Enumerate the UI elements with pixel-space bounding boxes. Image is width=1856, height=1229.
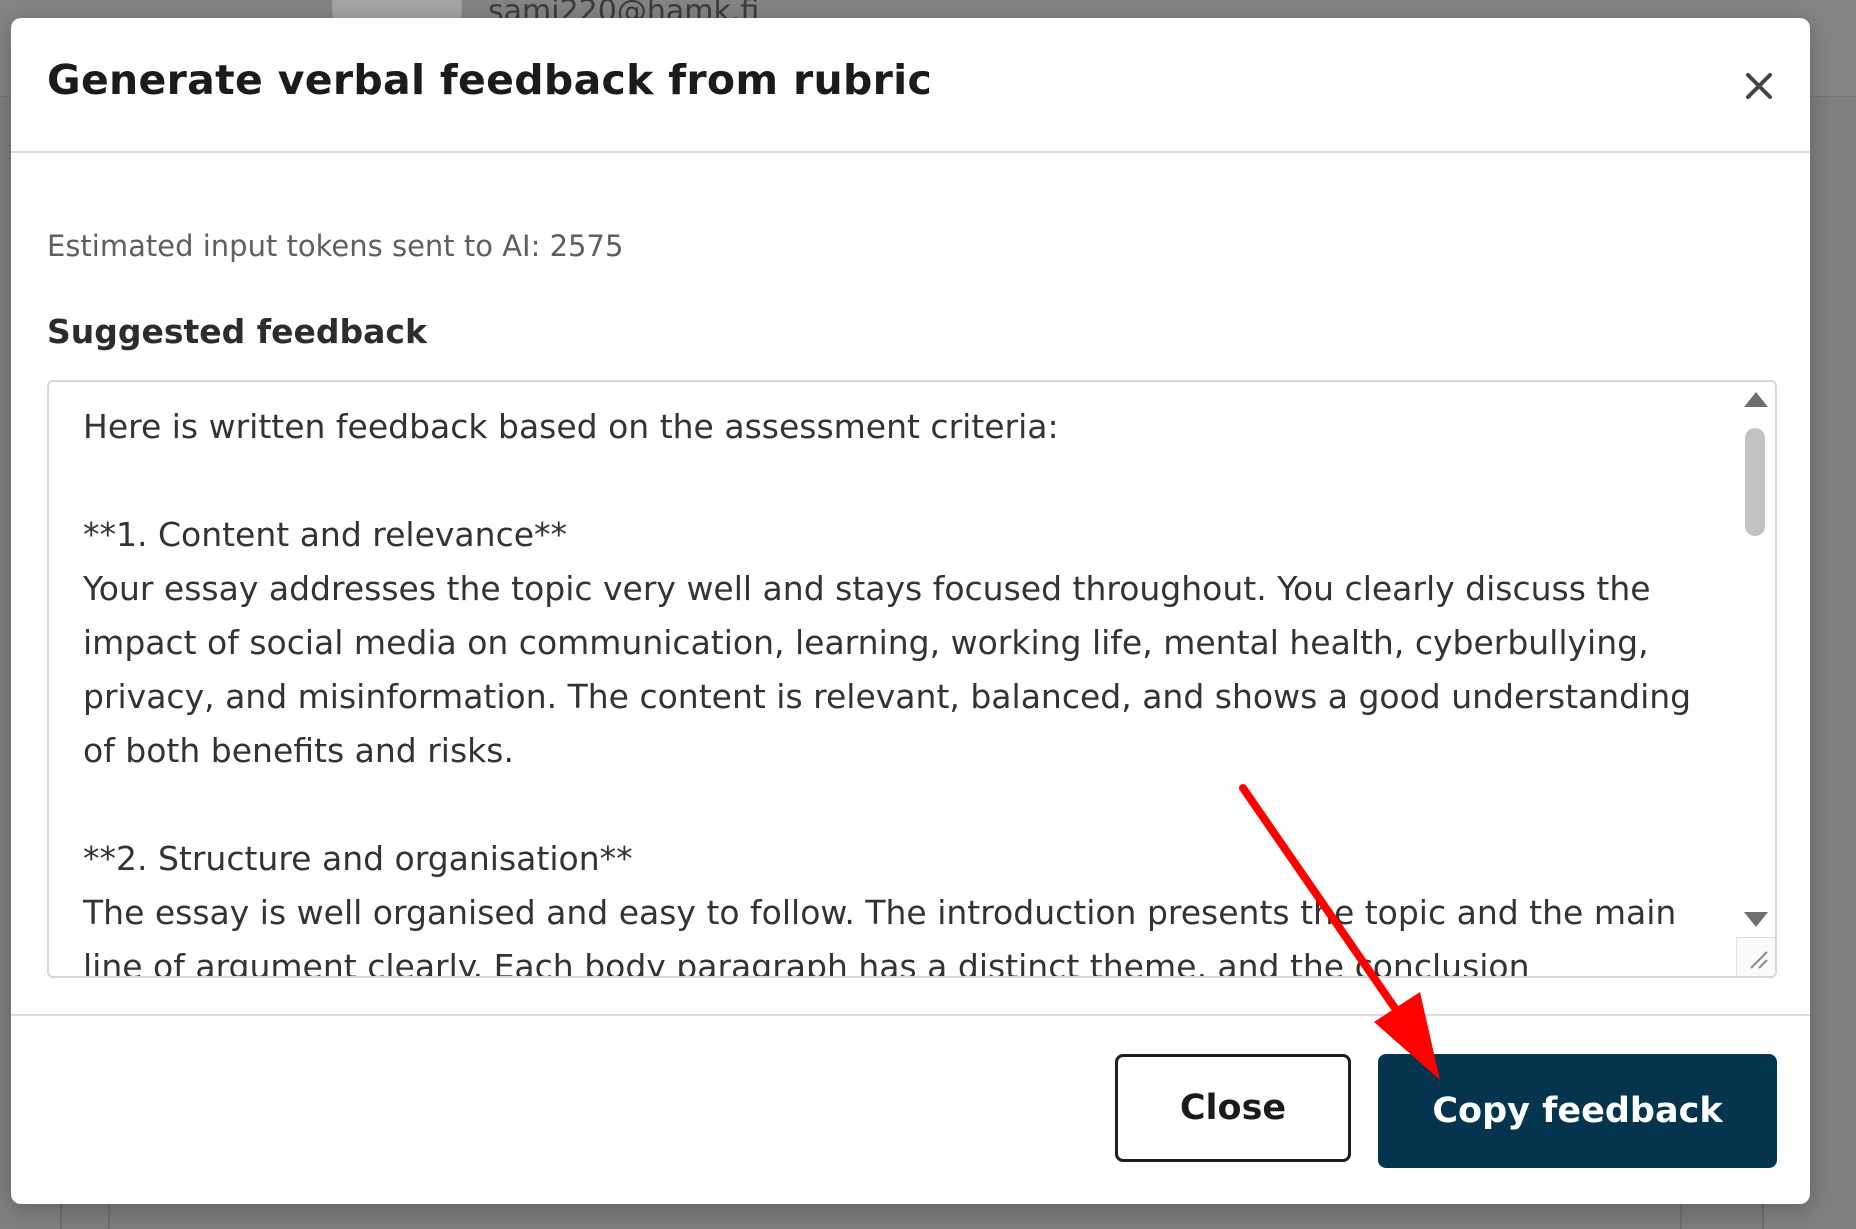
close-button[interactable]: Close (1115, 1054, 1351, 1162)
scroll-up-arrow-icon[interactable] (1744, 392, 1768, 407)
token-estimate: Estimated input tokens sent to AI: 2575 (47, 229, 624, 263)
dialog-header: Generate verbal feedback from rubric (11, 18, 1810, 153)
suggested-feedback-label: Suggested feedback (47, 312, 427, 351)
feedback-textarea[interactable]: Here is written feedback based on the as… (47, 380, 1777, 978)
footer-divider (11, 1014, 1810, 1016)
dialog-title: Generate verbal feedback from rubric (47, 56, 933, 104)
feedback-dialog: Generate verbal feedback from rubric Est… (11, 18, 1810, 1204)
resize-grip-icon[interactable] (1736, 937, 1775, 976)
close-x-icon[interactable] (1737, 64, 1781, 108)
scroll-thumb[interactable] (1745, 428, 1765, 536)
textarea-scrollbar[interactable] (1735, 382, 1775, 976)
feedback-text[interactable]: Here is written feedback based on the as… (83, 400, 1703, 976)
copy-feedback-button[interactable]: Copy feedback (1378, 1054, 1777, 1168)
scroll-down-arrow-icon[interactable] (1744, 912, 1768, 927)
